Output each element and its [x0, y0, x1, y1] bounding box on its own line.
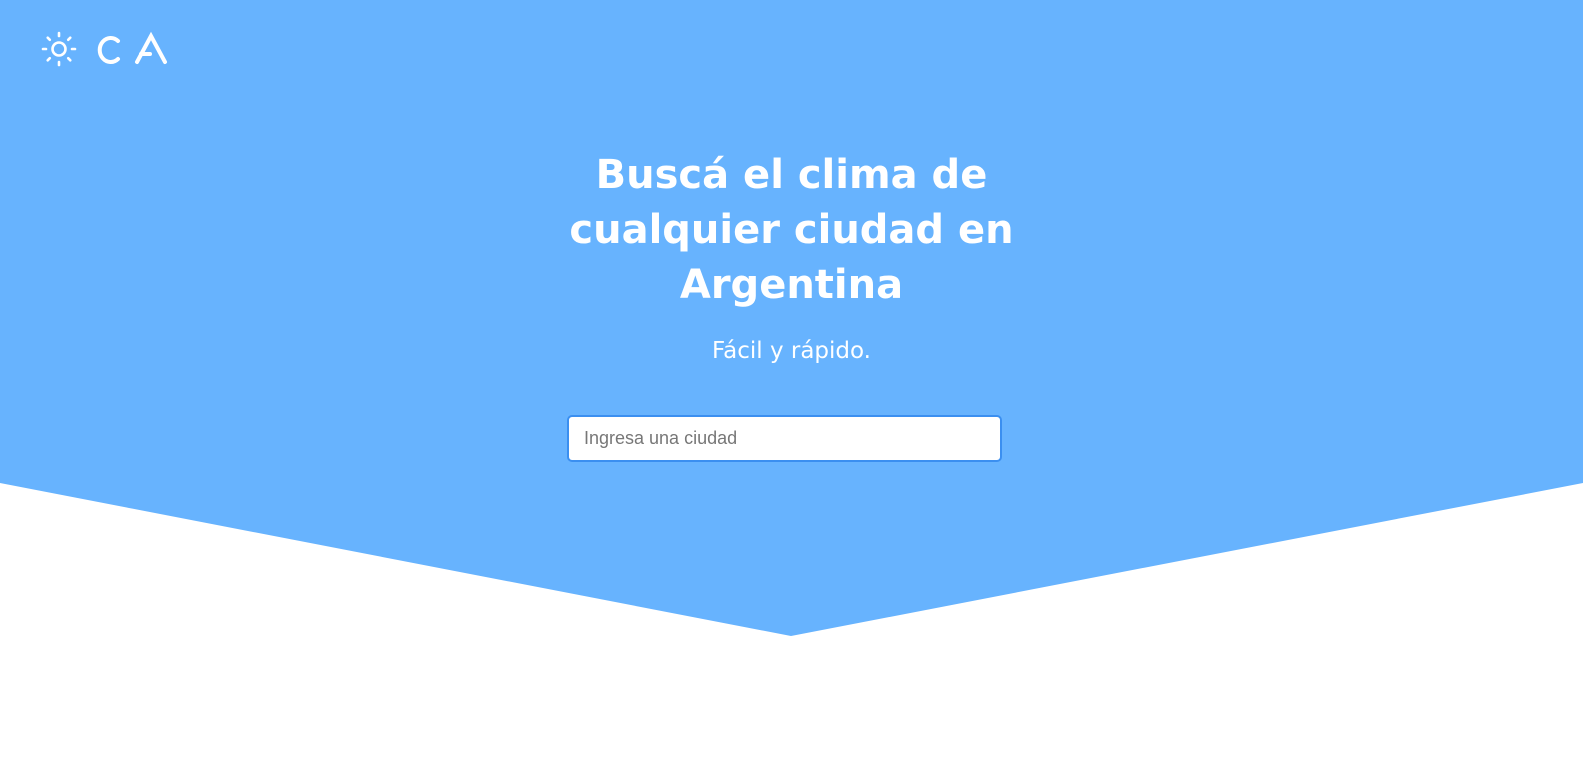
page-title-line: Argentina: [679, 262, 904, 308]
hero-section: Buscá el clima de cualquier ciudad en Ar…: [0, 0, 1583, 775]
sun-icon: [41, 31, 77, 67]
page-subtitle: Fácil y rápido.: [712, 338, 871, 364]
page-title-line: cualquier ciudad en: [569, 207, 1014, 253]
logo-letter-a: [135, 31, 167, 64]
page-title: Buscá el clima de cualquier ciudad en Ar…: [0, 148, 1583, 313]
hero-background: [0, 0, 1583, 636]
logo-letter-c: [97, 36, 120, 64]
page-title-line: Buscá el clima de: [595, 152, 988, 198]
logo[interactable]: [40, 30, 175, 70]
city-search-input[interactable]: [567, 415, 1002, 462]
